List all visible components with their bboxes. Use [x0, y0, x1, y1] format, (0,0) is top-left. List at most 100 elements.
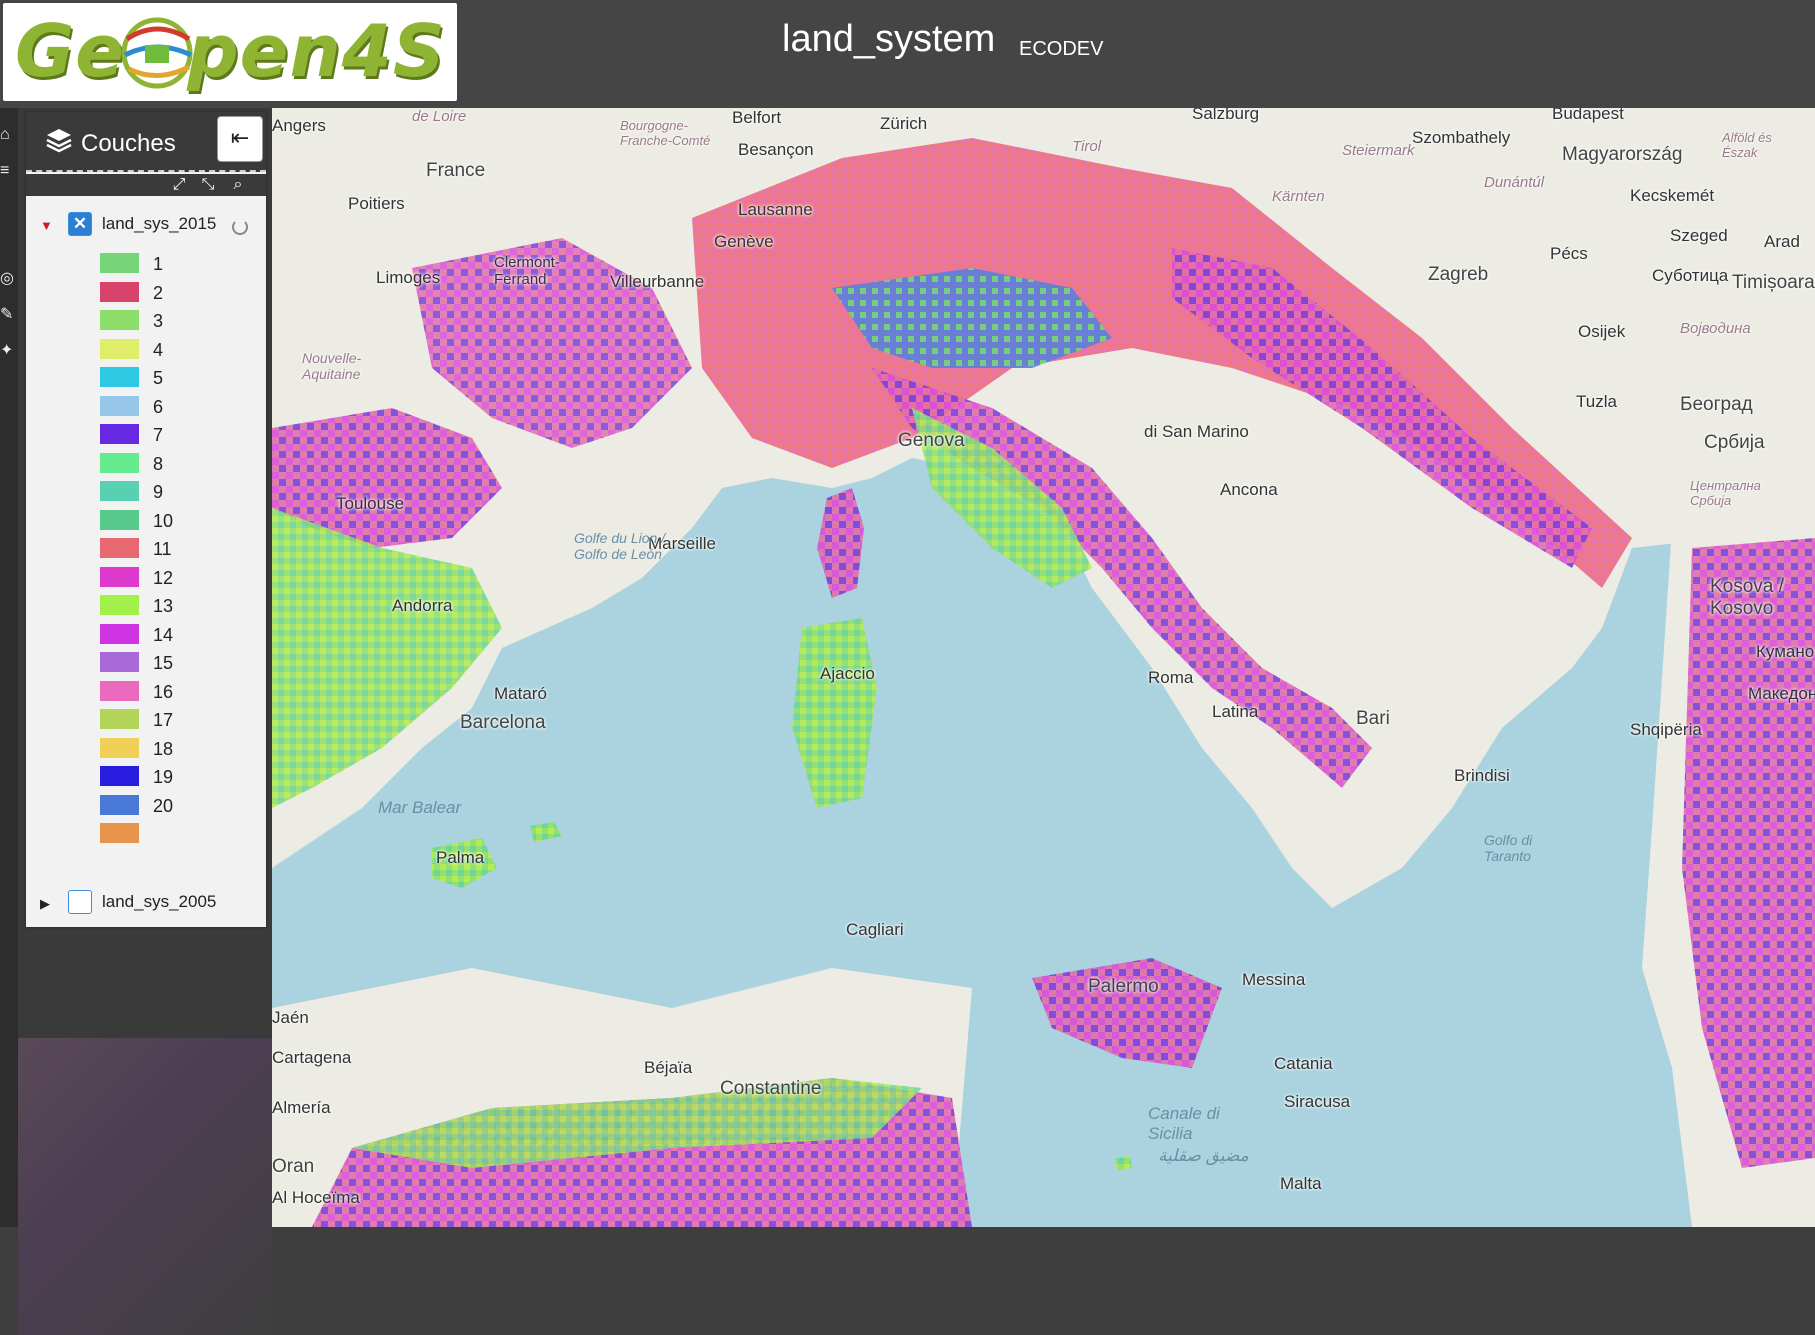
legend-label: 18: [153, 738, 174, 759]
legend-label: 16: [153, 681, 174, 702]
home-icon[interactable]: ⌂: [0, 122, 18, 148]
layer-item[interactable]: ▼ ✕ land_sys_2015: [26, 208, 266, 240]
layers-icon[interactable]: ≡: [0, 158, 18, 184]
collapse-panel-button[interactable]: ⇤: [217, 116, 263, 162]
layer-checkbox[interactable]: ✕: [68, 212, 92, 236]
layer-name: land_sys_2005: [102, 892, 217, 911]
map-label: Villeurbanne: [610, 272, 705, 291]
legend-label: 4: [153, 339, 164, 360]
legend-label: 1: [153, 254, 164, 274]
legend-item: 3: [100, 307, 260, 336]
map-label: Србија: [1704, 432, 1765, 453]
legend-item: 15: [100, 649, 260, 678]
caret-down-icon[interactable]: ▼: [40, 218, 53, 233]
map-label: Budapest: [1552, 108, 1624, 123]
map-label: Palma: [436, 848, 485, 867]
legend-swatch: [100, 310, 139, 330]
legend-swatch: [100, 794, 139, 815]
map-label: Mar Balear: [378, 798, 462, 817]
map-label: Pécs: [1550, 244, 1588, 263]
map-label: Barcelona: [460, 712, 546, 733]
legend-item: 4: [100, 336, 260, 365]
layer-name: land_sys_2015: [102, 214, 217, 233]
map-label: Golfo di Taranto: [1484, 832, 1533, 864]
legend-item: 11: [100, 535, 260, 564]
pin-icon[interactable]: ✦: [0, 338, 18, 364]
map-label: Toulouse: [336, 494, 405, 513]
legend-label: 9: [153, 482, 164, 502]
app-header: GeOpen4S land_system ECODEV: [0, 0, 1815, 108]
map-label: Palermo: [1088, 976, 1159, 997]
map-label: Besançon: [738, 140, 814, 159]
collapse-icon[interactable]: ⤡: [196, 174, 220, 196]
legend-swatch: [100, 424, 139, 444]
legend-swatch: [100, 395, 139, 416]
side-toolbar: ⌂ ≡ ◎ ✎ ✦: [0, 108, 18, 1227]
layer-checkbox[interactable]: [68, 890, 92, 914]
legend-swatch: [100, 566, 139, 587]
map-label: Timișoara: [1732, 272, 1815, 293]
legend-item: 1: [100, 250, 260, 279]
map-label: Limoges: [376, 268, 441, 287]
legend-swatch: [100, 623, 139, 644]
globe-icon: [121, 17, 193, 89]
map-label: Steiermark: [1342, 142, 1415, 159]
map-label: Kecskemét: [1630, 186, 1715, 205]
edit-icon[interactable]: ✎: [0, 302, 18, 328]
map-label: Lausanne: [738, 200, 813, 219]
legend-swatch: [100, 338, 139, 359]
map-label: Belfort: [732, 108, 782, 127]
legend-label: 10: [153, 510, 174, 531]
legend-item: 2: [100, 279, 260, 308]
map-label: Oran: [272, 1156, 315, 1177]
legend-swatch: [100, 253, 139, 273]
map-label: Alföld és Észak: [1722, 130, 1772, 160]
map-label: Canale di Sicilia: [1148, 1104, 1220, 1143]
legend-swatch: [100, 481, 139, 501]
map-label: Golfe du Lion / Golfo de León: [574, 530, 666, 562]
legend-swatch: [100, 680, 139, 701]
expand-icon[interactable]: ⤢: [167, 174, 191, 196]
zoom-icon[interactable]: ⌕: [226, 174, 250, 196]
map-label: Nouvelle-Aquitaine: [302, 350, 362, 382]
map-view[interactable]: Angers de Loire Bourgogne-Franche-Comté …: [272, 108, 1815, 1227]
legend-swatch: [100, 652, 139, 672]
legend-swatch: [100, 595, 139, 615]
map-label: Latina: [1212, 702, 1259, 721]
map-label: مضيق صقلية: [1158, 1146, 1249, 1165]
map-label: Македонија: [1748, 684, 1815, 703]
map-label: Ajaccio: [820, 664, 875, 683]
map-label: Zagreb: [1428, 264, 1489, 285]
legend-item: 10: [100, 507, 260, 536]
map-label: Kärnten: [1272, 188, 1325, 205]
layer-item[interactable]: ▶ land_sys_2005: [26, 886, 266, 918]
legend-swatch: [100, 452, 139, 473]
map-label: Cartagena: [272, 1048, 352, 1067]
map-label: Genève: [714, 232, 774, 251]
legend: 1 2 3 4 5 6 7 8 9 10 11 12 13 14 15 16 17 18 19 20: [100, 250, 260, 849]
legend-swatch: [100, 538, 139, 558]
layer-tools: ⤢ ⤡ ⌕: [26, 174, 266, 196]
legend-swatch: [100, 766, 139, 786]
caret-right-icon[interactable]: ▶: [40, 896, 50, 912]
map-label: Salzburg: [1192, 108, 1260, 123]
map-label: Malta: [1280, 1174, 1322, 1193]
layer-panel: Couches ⇤ ⤢ ⤡ ⌕ ▼ ✕ land_sys_2015 123456…: [26, 112, 266, 927]
map-label: Andorra: [392, 596, 453, 615]
legend-label: 20: [153, 795, 174, 816]
map-label: Bari: [1356, 708, 1390, 729]
map-label: Tuzla: [1576, 392, 1617, 411]
logo[interactable]: GeOpen4S: [3, 3, 457, 101]
map-label: Roma: [1148, 668, 1194, 687]
map-label: Jaén: [272, 1008, 309, 1027]
legend-label: 8: [153, 453, 164, 474]
map-label: Централна Србија: [1690, 478, 1761, 508]
legend-item: 19: [100, 763, 260, 792]
legend-item: 6: [100, 393, 260, 422]
layer-panel-title: Couches: [81, 130, 176, 157]
target-icon[interactable]: ◎: [0, 266, 18, 292]
legend-item: 13: [100, 592, 260, 621]
map-label: di San Marino: [1144, 422, 1249, 441]
legend-item: 7: [100, 421, 260, 450]
map-label: Catania: [1274, 1054, 1333, 1073]
